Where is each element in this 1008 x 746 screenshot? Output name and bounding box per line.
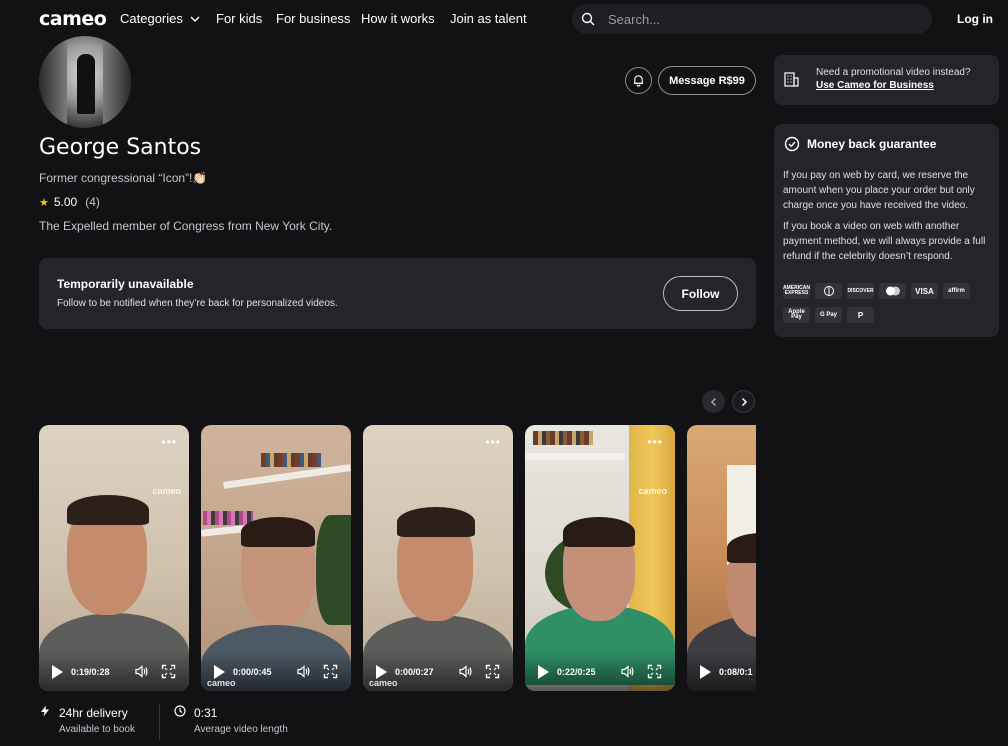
play-icon[interactable]	[700, 665, 711, 679]
video-card[interactable]: ••• cameo 0:22/0:25	[525, 425, 675, 691]
check-circle-icon	[784, 136, 800, 152]
talent-bio: The Expelled member of Congress from New…	[39, 219, 333, 233]
stats-divider	[159, 704, 160, 740]
login-link[interactable]: Log in	[957, 12, 993, 26]
guarantee-paragraph: If you pay on web by card, we reserve th…	[783, 170, 975, 211]
more-icon[interactable]: •••	[647, 435, 663, 449]
nav-for-business[interactable]: For business	[276, 11, 350, 26]
paypal-icon: P	[847, 307, 874, 323]
video-time: 0:00/0:27	[395, 667, 434, 677]
fullscreen-icon[interactable]	[161, 664, 176, 679]
video-time: 0:00/0:45	[233, 667, 272, 677]
play-icon[interactable]	[538, 665, 549, 679]
clock-icon	[174, 705, 186, 717]
length-title: 0:31	[194, 706, 218, 720]
bell-icon	[633, 75, 644, 87]
unavailable-subtitle: Follow to be notified when they’re back …	[57, 298, 338, 309]
top-navigation: cameo Categories For kids For business H…	[0, 0, 1008, 38]
nav-for-kids[interactable]: For kids	[216, 11, 262, 26]
search-input[interactable]	[608, 9, 908, 29]
guarantee-card: Money back guarantee If you pay on web b…	[774, 124, 999, 337]
visa-icon: VISA	[911, 283, 938, 299]
avatar	[39, 36, 131, 128]
video-time: 0:08/0:1	[719, 667, 753, 677]
rating-value: 5.00	[53, 195, 78, 209]
video-carousel: ••• cameo 0:19/0:28 0:00/0:45 cameo ••• …	[39, 425, 756, 691]
search-bar	[572, 4, 932, 34]
mastercard-icon	[879, 283, 906, 299]
volume-icon[interactable]	[296, 664, 311, 679]
chevron-left-icon	[710, 397, 716, 406]
cameo-logo[interactable]: cameo	[39, 8, 107, 30]
message-button[interactable]: Message R$99	[658, 66, 756, 95]
video-watermark: cameo	[369, 678, 398, 688]
business-link[interactable]: Use Cameo for Business	[816, 80, 934, 91]
talent-tagline: Former congressional “Icon”!👏🏻	[39, 171, 208, 185]
fullscreen-icon[interactable]	[647, 664, 662, 679]
volume-icon[interactable]	[134, 664, 149, 679]
lightning-icon	[41, 705, 49, 717]
delivery-subtitle: Available to book	[59, 724, 135, 735]
promo-question: Need a promotional video instead?	[816, 67, 971, 78]
play-icon[interactable]	[376, 665, 387, 679]
carousel-next-button[interactable]	[732, 390, 755, 413]
guarantee-title: Money back guarantee	[807, 137, 937, 151]
follow-button[interactable]: Follow	[663, 276, 738, 311]
building-icon	[784, 72, 799, 87]
delivery-title: 24hr delivery	[59, 706, 128, 720]
fullscreen-icon[interactable]	[485, 664, 500, 679]
carousel-prev-button[interactable]	[702, 390, 725, 413]
nav-join-as-talent[interactable]: Join as talent	[450, 11, 527, 26]
nav-categories-label: Categories	[120, 11, 183, 26]
star-icon: ★	[39, 196, 49, 209]
video-watermark: cameo	[207, 678, 236, 688]
apple-pay-icon: Apple Pay	[783, 307, 810, 323]
google-pay-icon: G Pay	[815, 307, 842, 323]
video-time: 0:19/0:28	[71, 667, 110, 677]
affirm-icon: affirm	[943, 283, 970, 299]
video-card[interactable]: ••• cameo 0:19/0:28	[39, 425, 189, 691]
chevron-right-icon	[741, 397, 747, 406]
play-icon[interactable]	[52, 665, 63, 679]
fullscreen-icon[interactable]	[323, 664, 338, 679]
video-watermark: cameo	[152, 486, 181, 496]
talent-name: George Santos	[39, 135, 202, 160]
length-subtitle: Average video length	[194, 724, 288, 735]
diners-icon	[815, 283, 842, 299]
nav-categories[interactable]: Categories	[120, 11, 200, 26]
video-watermark: cameo	[638, 486, 667, 496]
play-icon[interactable]	[214, 665, 225, 679]
video-card[interactable]: 0:00/0:45 cameo	[201, 425, 351, 691]
more-icon[interactable]: •••	[161, 435, 177, 449]
rating-count: (4)	[85, 195, 100, 209]
rating: ★ 5.00 (4)	[39, 195, 100, 209]
volume-icon[interactable]	[620, 664, 635, 679]
notify-button[interactable]	[625, 67, 652, 94]
unavailable-title: Temporarily unavailable	[57, 277, 194, 291]
video-card[interactable]: ••• 0:00/0:27 cameo	[363, 425, 513, 691]
video-time: 0:22/0:25	[557, 667, 596, 677]
chevron-down-icon	[190, 16, 200, 22]
promo-card: Need a promotional video instead? Use Ca…	[774, 55, 999, 105]
nav-how-it-works[interactable]: How it works	[361, 11, 435, 26]
search-icon	[581, 12, 595, 26]
discover-icon: DISCOVER	[847, 283, 874, 299]
more-icon[interactable]: •••	[485, 435, 501, 449]
video-card[interactable]: 0:08/0:1	[687, 425, 756, 691]
guarantee-paragraph: If you book a video on web with another …	[783, 221, 986, 262]
volume-icon[interactable]	[458, 664, 473, 679]
unavailable-banner: Temporarily unavailable Follow to be not…	[39, 258, 756, 329]
amex-icon: AMERICAN EXPRESS	[783, 283, 810, 299]
